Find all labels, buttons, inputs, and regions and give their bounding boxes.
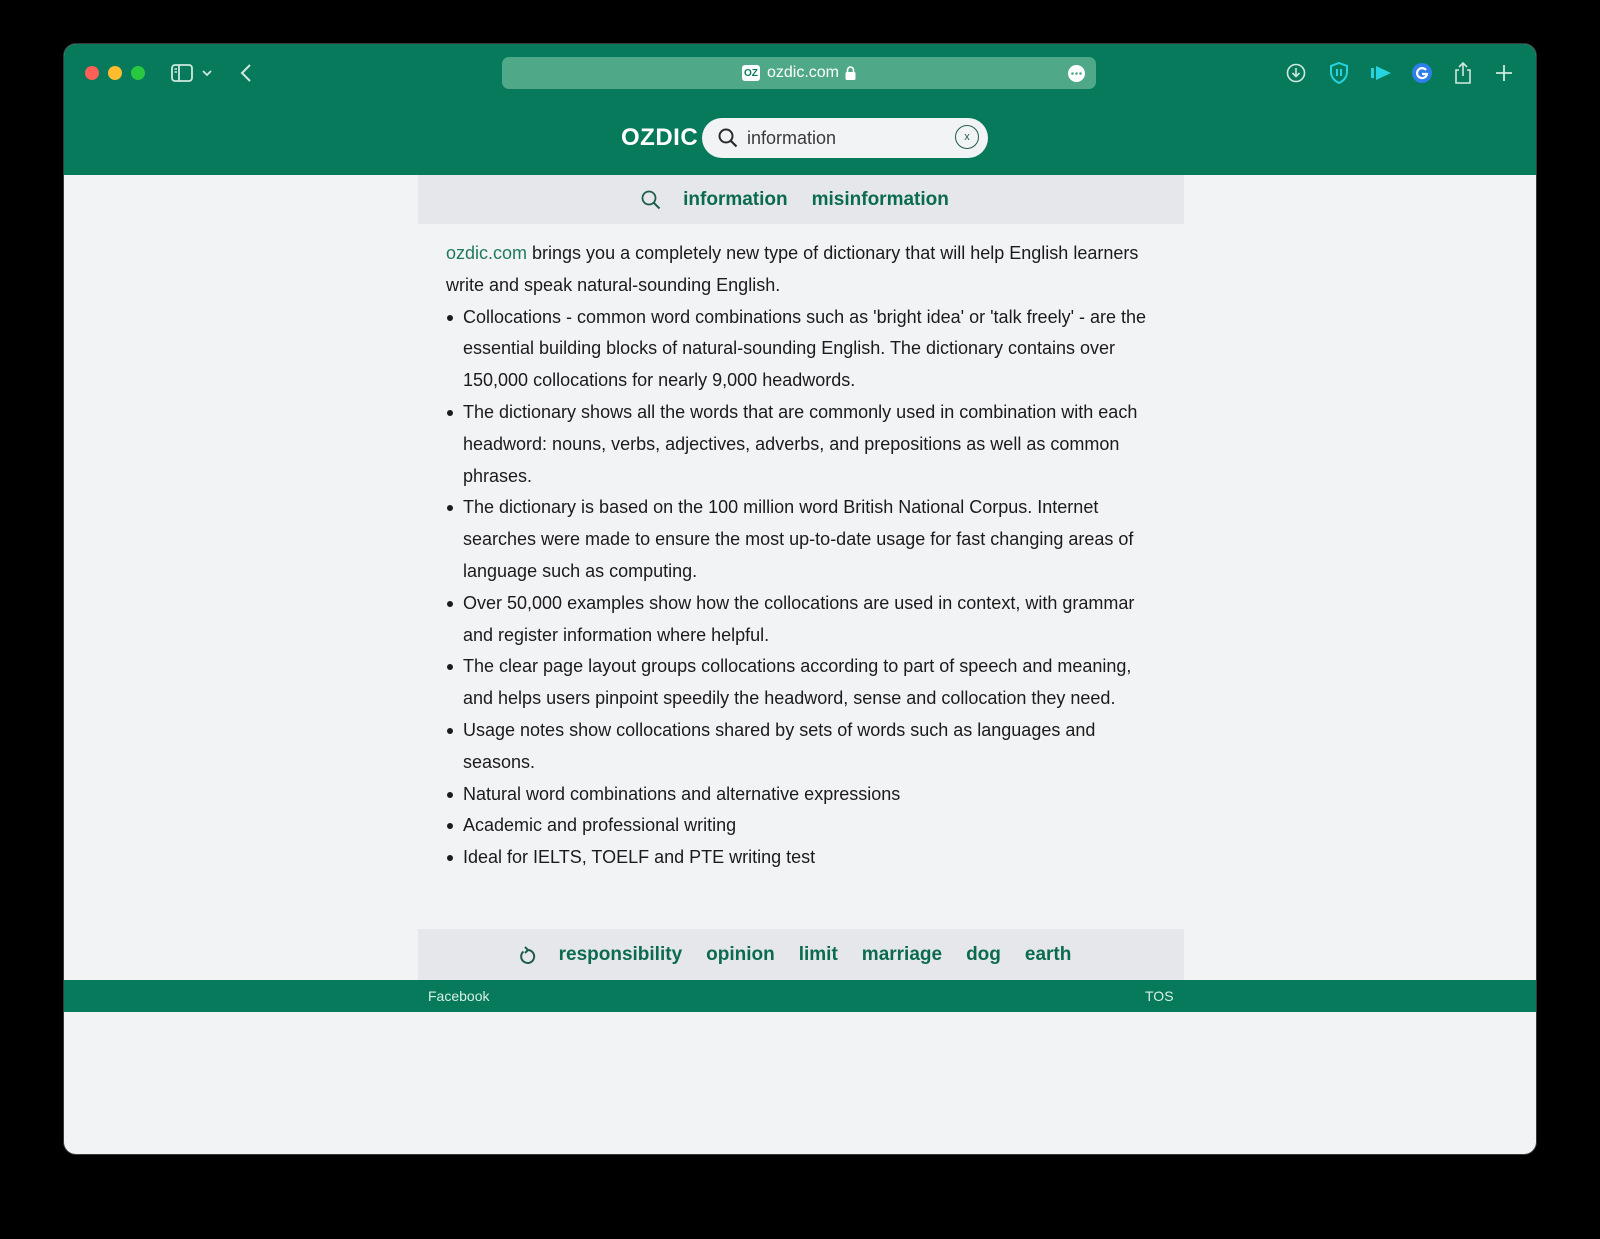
minimize-window-button[interactable] — [108, 66, 122, 80]
search-icon — [718, 128, 738, 148]
history-icon — [519, 945, 537, 965]
new-tab-icon[interactable] — [1492, 61, 1516, 85]
list-item: Over 50,000 examples show how the colloc… — [446, 588, 1160, 652]
zoom-window-button[interactable] — [131, 66, 145, 80]
clear-search-button[interactable]: x — [955, 125, 979, 149]
suggestion-bar: information misinformation — [418, 175, 1184, 224]
search-icon — [641, 190, 661, 210]
shield-extension-icon[interactable] — [1327, 61, 1351, 85]
history-link[interactable]: opinion — [706, 944, 775, 966]
facebook-link[interactable]: Facebook — [428, 988, 489, 1004]
history-bar: responsibility opinion limit marriage do… — [418, 929, 1184, 980]
browser-toolbar: OZ ozdic.com OZDIC information x — [64, 44, 1536, 175]
list-item: The dictionary is based on the 100 milli… — [446, 492, 1160, 587]
back-icon[interactable] — [234, 61, 258, 85]
url-text: ozdic.com — [766, 64, 840, 81]
suggestion-link[interactable]: misinformation — [812, 189, 949, 211]
tos-link[interactable]: TOS — [1145, 988, 1174, 1004]
history-link[interactable]: responsibility — [559, 944, 683, 966]
site-link[interactable]: ozdic.com — [446, 243, 527, 263]
list-item: The dictionary shows all the words that … — [446, 397, 1160, 492]
media-extension-icon[interactable] — [1369, 61, 1393, 85]
site-footer: Facebook TOS — [64, 980, 1536, 1012]
intro-text: brings you a completely new type of dict… — [446, 243, 1139, 295]
close-window-button[interactable] — [85, 66, 99, 80]
search-field[interactable]: information x — [702, 118, 988, 158]
more-options-icon[interactable] — [1068, 65, 1085, 82]
list-item: The clear page layout groups collocation… — [446, 651, 1160, 715]
browser-window: OZ ozdic.com OZDIC information x informa… — [64, 44, 1536, 1154]
main-content: ozdic.com brings you a completely new ty… — [446, 238, 1160, 874]
list-item: Natural word combinations and alternativ… — [446, 779, 1160, 811]
intro-paragraph: ozdic.com brings you a completely new ty… — [446, 238, 1160, 302]
grammarly-icon[interactable] — [1410, 61, 1434, 85]
lock-icon — [845, 66, 856, 80]
list-item: Collocations - common word combinations … — [446, 302, 1160, 397]
feature-list: Collocations - common word combinations … — [446, 302, 1160, 874]
site-favicon: OZ — [741, 65, 760, 81]
sidebar-icon[interactable] — [170, 61, 194, 85]
list-item: Ideal for IELTS, TOELF and PTE writing t… — [446, 842, 1160, 874]
suggestion-link[interactable]: information — [683, 189, 788, 211]
site-logo[interactable]: OZDIC — [621, 124, 698, 152]
history-link[interactable]: marriage — [862, 944, 942, 966]
history-link[interactable]: dog — [966, 944, 1001, 966]
share-icon[interactable] — [1451, 61, 1475, 85]
history-link[interactable]: limit — [799, 944, 838, 966]
address-bar[interactable]: OZ ozdic.com — [502, 57, 1096, 89]
chevron-down-icon[interactable] — [200, 61, 214, 85]
search-input[interactable]: information — [747, 128, 836, 149]
download-icon[interactable] — [1284, 61, 1308, 85]
history-link[interactable]: earth — [1025, 944, 1071, 966]
list-item: Usage notes show collocations shared by … — [446, 715, 1160, 779]
list-item: Academic and professional writing — [446, 810, 1160, 842]
